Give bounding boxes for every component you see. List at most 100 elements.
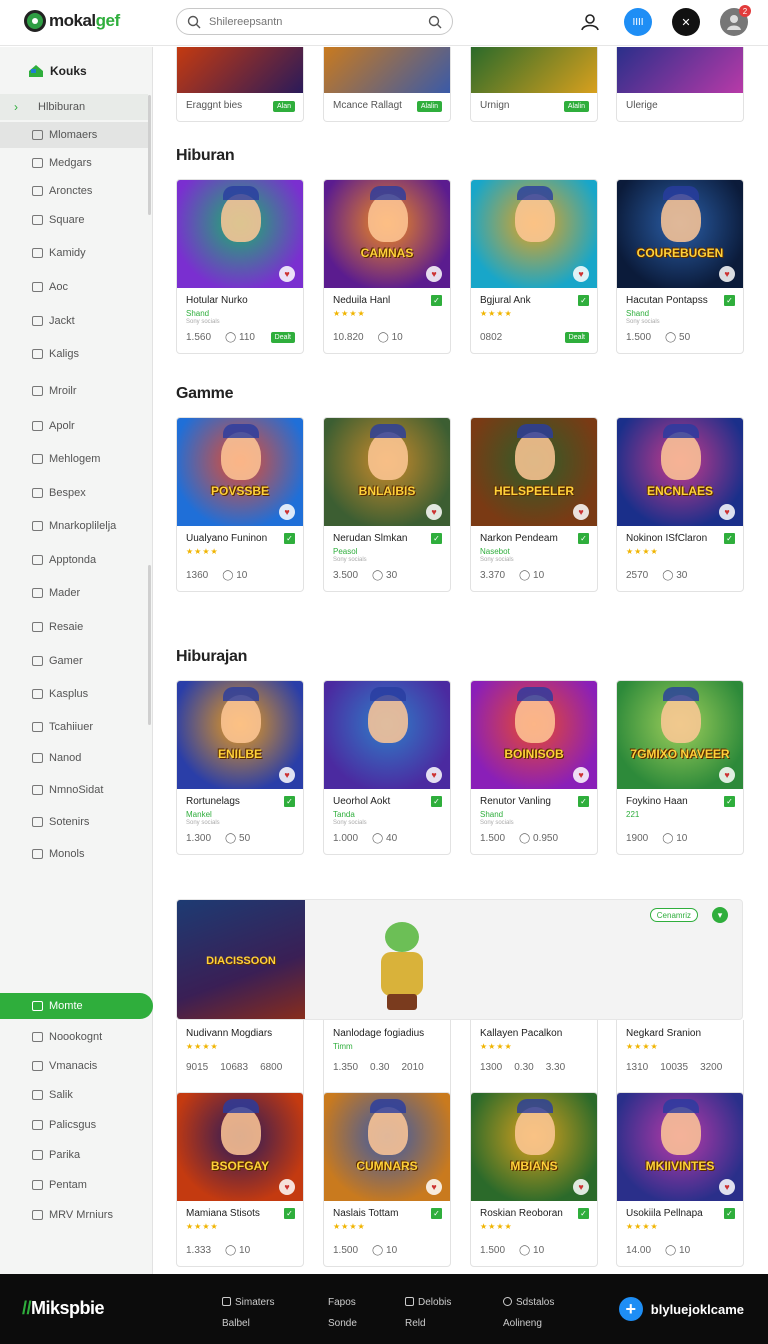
favorite-icon[interactable]: ♥: [719, 1179, 735, 1195]
sidebar-item[interactable]: Parika: [0, 1142, 148, 1168]
play-button[interactable]: Alalin: [563, 101, 589, 112]
check-icon[interactable]: ✓: [431, 533, 442, 544]
favorite-icon[interactable]: ♥: [573, 767, 589, 783]
sidebar-item[interactable]: Mlomaers: [0, 122, 148, 148]
featured-pill[interactable]: Cenamriz: [649, 908, 698, 922]
sidebar-item[interactable]: Monols: [0, 841, 148, 867]
check-icon[interactable]: ✓: [578, 533, 589, 544]
game-thumbnail[interactable]: [177, 47, 303, 93]
play-button[interactable]: Dealt: [564, 332, 589, 343]
footer-cta-button[interactable]: + blyluejoklcame: [618, 1297, 744, 1321]
check-icon[interactable]: ✓: [431, 796, 442, 807]
check-icon[interactable]: ✓: [578, 295, 589, 306]
game-thumbnail[interactable]: POVSSBE ♥: [177, 418, 303, 526]
game-thumbnail[interactable]: ♥: [177, 180, 303, 288]
sidebar-item[interactable]: NmnoSidat: [0, 777, 148, 803]
favorite-icon[interactable]: ♥: [573, 504, 589, 520]
favorite-icon[interactable]: ♥: [279, 266, 295, 282]
featured-game-card[interactable]: Nanlodage fogiadius Timm 1.350 0.30 2010: [323, 1020, 451, 1100]
check-icon[interactable]: ✓: [284, 796, 295, 807]
game-card[interactable]: ENILBE ♥ Rortunelags ✓ Mankel Sony socials 1.3…: [176, 680, 304, 855]
game-thumbnail[interactable]: CAMNAS ♥: [324, 180, 450, 288]
search-bar[interactable]: [176, 8, 453, 35]
check-icon[interactable]: ✓: [431, 295, 442, 306]
game-card[interactable]: CUMNARS ♥ Naslais Tottam ✓ ★★★★ 1.500 ◯ 10: [323, 1092, 451, 1267]
game-thumbnail[interactable]: BOINISOB ♥: [471, 681, 597, 789]
sidebar-item[interactable]: Jackt: [0, 308, 148, 334]
sidebar-item[interactable]: › Hlbiburan: [0, 94, 148, 120]
sidebar-item[interactable]: Mroilr: [0, 378, 148, 404]
footer-link[interactable]: Fapos: [328, 1292, 357, 1313]
featured-game-card[interactable]: Nudivann Mogdiars ★★★★ 9015 10683 6800: [176, 1020, 304, 1100]
play-button[interactable]: Alalin: [416, 101, 442, 112]
sidebar-item[interactable]: Medgars: [0, 150, 148, 176]
favorite-icon[interactable]: ♥: [426, 504, 442, 520]
sidebar-item[interactable]: Mader: [0, 580, 148, 606]
game-card[interactable]: POVSSBE ♥ Uualyano Funinon ✓ ★★★★ 1360 ◯ 10: [176, 417, 304, 592]
footer-link[interactable]: Delobis: [405, 1292, 451, 1313]
account-switch-icon[interactable]: [576, 8, 604, 36]
game-card-partial[interactable]: Mcance Rallagt Alalin: [323, 47, 451, 122]
footer-link[interactable]: Reld: [405, 1313, 451, 1334]
favorite-icon[interactable]: ♥: [719, 504, 735, 520]
favorite-icon[interactable]: ♥: [573, 1179, 589, 1195]
featured-game-card[interactable]: Kallayen Pacalkon ★★★★ 1300 0.30 3.30: [470, 1020, 598, 1100]
game-thumbnail[interactable]: ENILBE ♥: [177, 681, 303, 789]
game-thumbnail[interactable]: 7GMIXO NAVEER ♥: [617, 681, 743, 789]
game-thumbnail[interactable]: COUREBUGEN ♥: [617, 180, 743, 288]
favorite-icon[interactable]: ♥: [426, 1179, 442, 1195]
sidebar-item[interactable]: Momte: [0, 993, 153, 1019]
sidebar-item[interactable]: Gamer: [0, 648, 148, 674]
game-card[interactable]: MKIIVINTES ♥ Usokiila Pellnapa ✓ ★★★★ 14.00 ◯ …: [616, 1092, 744, 1267]
sidebar-item[interactable]: Aoc: [0, 274, 148, 300]
game-card[interactable]: HELSPEELER ♥ Narkon Pendeam ✓ Nasebot Sony so…: [470, 417, 598, 592]
search-submit-icon[interactable]: [428, 15, 442, 29]
game-card[interactable]: ♥ Hotular Nurko Shand Sony socials 1.560 ◯ 11…: [176, 179, 304, 354]
sidebar-scrollbar[interactable]: [148, 95, 151, 215]
profile-avatar[interactable]: 2: [720, 5, 751, 36]
sidebar-item[interactable]: Noookognt: [0, 1024, 148, 1050]
game-thumbnail[interactable]: MBIANS ♥: [471, 1093, 597, 1201]
sidebar-item[interactable]: Tcahiiuer: [0, 714, 148, 740]
favorite-icon[interactable]: ♥: [279, 1179, 295, 1195]
favorite-icon[interactable]: ♥: [719, 767, 735, 783]
sidebar-item[interactable]: Kamidy: [0, 240, 148, 266]
sidebar-scrollbar-lower[interactable]: [148, 565, 151, 725]
game-thumbnail[interactable]: BNLAIBIS ♥: [324, 418, 450, 526]
user-avatar-blue[interactable]: IIII: [624, 8, 652, 36]
sidebar-item[interactable]: Salik: [0, 1082, 148, 1108]
favorite-icon[interactable]: ♥: [279, 767, 295, 783]
game-card-partial[interactable]: Eraggnt bies Alan: [176, 47, 304, 122]
favorite-icon[interactable]: ♥: [279, 504, 295, 520]
favorite-icon[interactable]: ♥: [573, 266, 589, 282]
featured-thumbnail[interactable]: DIACISSOON: [177, 900, 305, 1019]
chevron-down-icon[interactable]: ▾: [712, 907, 728, 923]
game-card-partial[interactable]: Ulerige: [616, 47, 744, 122]
game-thumbnail[interactable]: HELSPEELER ♥: [471, 418, 597, 526]
game-thumbnail[interactable]: [324, 47, 450, 93]
sidebar-item[interactable]: Sotenirs: [0, 809, 148, 835]
game-card[interactable]: CAMNAS ♥ Neduila Hanl ✓ ★★★★ 10.820 ◯ 10: [323, 179, 451, 354]
favorite-icon[interactable]: ♥: [719, 266, 735, 282]
footer-link[interactable]: Aolineng: [503, 1313, 554, 1334]
footer-link[interactable]: Balbel: [222, 1313, 274, 1334]
game-card[interactable]: 7GMIXO NAVEER ♥ Foykino Haan ✓ 221 1900 ◯ 10: [616, 680, 744, 855]
logo[interactable]: mokalgef: [24, 10, 120, 32]
game-thumbnail[interactable]: [471, 47, 597, 93]
footer-link[interactable]: Sonde: [328, 1313, 357, 1334]
sidebar-item[interactable]: Nanod: [0, 745, 148, 771]
play-button[interactable]: Alan: [272, 101, 295, 112]
favorite-icon[interactable]: ♥: [426, 266, 442, 282]
close-icon[interactable]: ✕: [672, 8, 700, 36]
game-thumbnail[interactable]: ♥: [324, 681, 450, 789]
check-icon[interactable]: ✓: [724, 295, 735, 306]
sidebar-item[interactable]: Kaligs: [0, 341, 148, 367]
check-icon[interactable]: ✓: [284, 533, 295, 544]
game-thumbnail[interactable]: ENCNLAES ♥: [617, 418, 743, 526]
check-icon[interactable]: ✓: [724, 796, 735, 807]
sidebar-item[interactable]: Vmanacis: [0, 1053, 148, 1079]
game-thumbnail[interactable]: [617, 47, 743, 93]
sidebar-item[interactable]: Kasplus: [0, 681, 148, 707]
game-card[interactable]: ENCNLAES ♥ Nokinon ISfClaron ✓ ★★★★ 2570 ◯ 30: [616, 417, 744, 592]
game-card[interactable]: BOINISOB ♥ Renutor Vanling ✓ Shand Sony socia…: [470, 680, 598, 855]
